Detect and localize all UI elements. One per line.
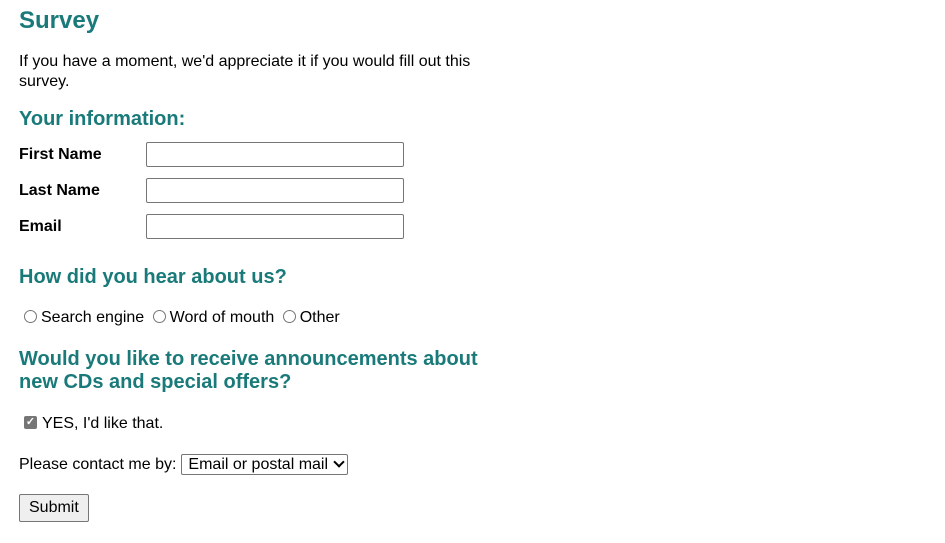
radio-circle-icon[interactable] [24, 309, 37, 323]
announce-checkbox-row[interactable]: ✓ YES, I'd like that. [24, 415, 163, 433]
radio-search-engine[interactable]: Search engine [24, 309, 144, 327]
hear-heading: How did you hear about us? [19, 266, 287, 288]
intro-text: If you have a moment, we'd appreciate it… [19, 53, 471, 90]
radio-other[interactable]: Other [282, 309, 340, 327]
checkbox-checked-icon[interactable]: ✓ [24, 415, 37, 429]
first-name-label: First Name [19, 146, 102, 163]
contact-row: Please contact me by: Email or postal ma… [19, 454, 349, 475]
radio-label: Search engine [41, 309, 145, 326]
radio-circle-icon[interactable] [282, 309, 296, 323]
radio-label: Other [299, 309, 340, 326]
radio-label: Word of mouth [169, 309, 275, 326]
last-name-label: Last Name [19, 182, 100, 199]
page-title: Survey [19, 7, 100, 34]
last-name-field[interactable] [146, 178, 404, 203]
announce-heading: Would you like to receive announcements … [19, 348, 478, 393]
hear-options: Search engine Word of mouth Other [24, 309, 344, 330]
checkbox-label: YES, I'd like that. [42, 415, 164, 432]
contact-selected-value: Email or postal mail [188, 455, 329, 473]
contact-method-select[interactable]: Email or postal mail [181, 454, 349, 475]
chevron-down-icon [333, 455, 345, 468]
info-heading: Your information: [19, 108, 186, 130]
submit-button[interactable]: Submit [19, 494, 89, 522]
contact-label: Please contact me by: [19, 455, 177, 473]
radio-word-of-mouth[interactable]: Word of mouth [152, 309, 275, 327]
radio-circle-icon[interactable] [152, 309, 166, 323]
email-label: Email [19, 218, 62, 235]
first-name-field[interactable] [146, 142, 404, 167]
email-field[interactable] [146, 214, 404, 239]
